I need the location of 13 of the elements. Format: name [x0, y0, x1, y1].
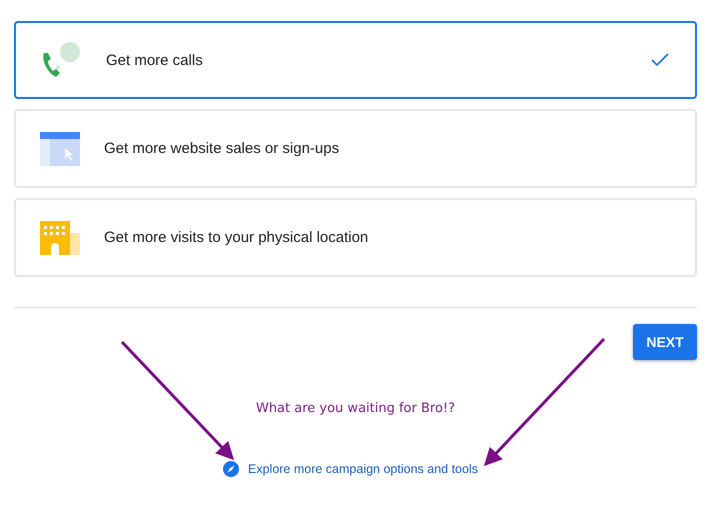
option-label: Get more calls	[106, 52, 204, 68]
building-icon	[40, 220, 80, 254]
annotation-text: What are you waiting for Bro!?	[256, 401, 456, 416]
option-card[interactable]: Get more website sales or sign-ups	[14, 109, 697, 188]
option-label: Get more visits to your physical location	[104, 229, 370, 246]
option-card[interactable]: Get more visits to your physical location	[14, 198, 697, 277]
next-button[interactable]: NEXT	[633, 324, 697, 360]
browser-window-icon	[40, 132, 80, 166]
option-card[interactable]: Get more calls	[14, 21, 697, 99]
explore-link[interactable]: Explore more campaign options and tools	[248, 462, 478, 476]
checkmark-icon	[651, 53, 669, 67]
compass-icon	[223, 461, 239, 477]
option-label: Get more website sales or sign-ups	[104, 140, 340, 157]
